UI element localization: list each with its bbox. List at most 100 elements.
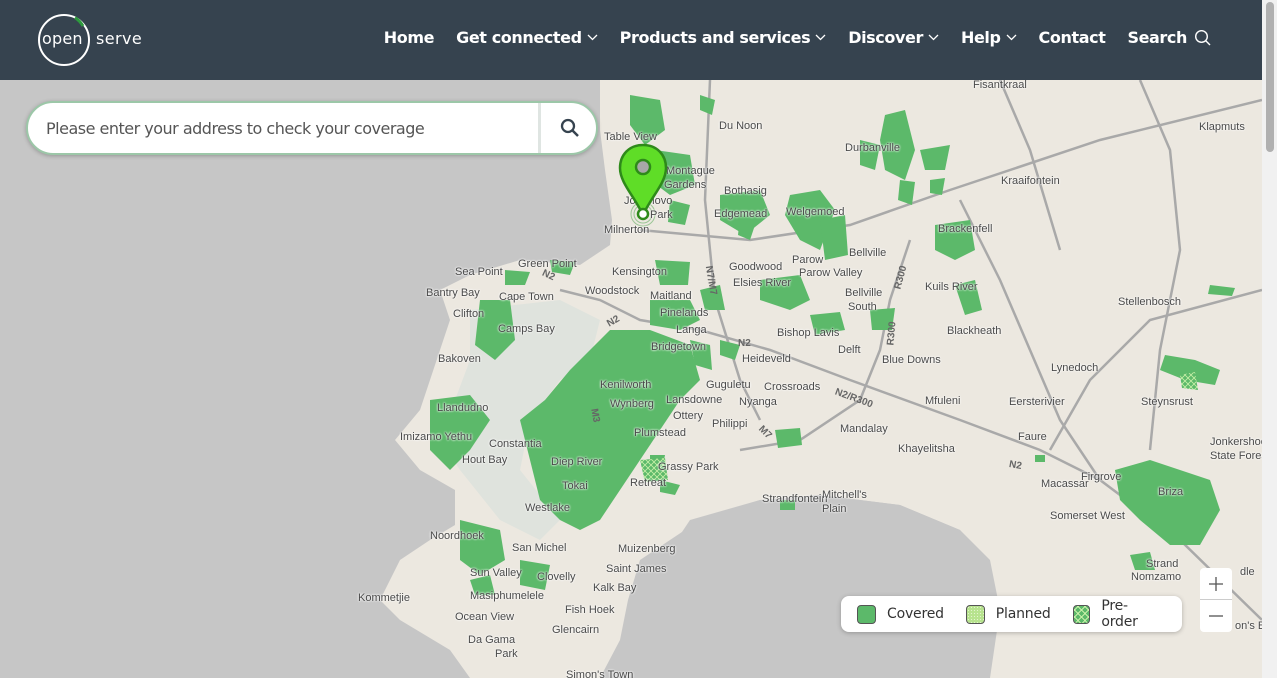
place-label: Kensington (612, 266, 668, 278)
place-label: Cape Town (499, 291, 554, 303)
place-label: Camps Bay (498, 323, 555, 335)
place-label: Nyanga (739, 396, 777, 408)
nav-help-label: Help (960, 28, 1001, 47)
nav-home-label: Home (383, 28, 435, 47)
place-label: Retreat (630, 477, 667, 489)
place-label: Mfuleni (925, 395, 961, 407)
place-label: Pinelands (660, 307, 709, 319)
nav-get-connected[interactable]: Get connected (456, 28, 598, 47)
place-label: Kenilworth (600, 379, 652, 391)
nav-discover[interactable]: Discover (848, 28, 939, 47)
place-label: Clovelly (537, 571, 576, 583)
place-label: Bridgetown (651, 341, 707, 353)
legend-item-pre-order: Pre-order (1072, 598, 1160, 630)
place-label: Milnerton (604, 224, 650, 236)
place-label: Mandalay (840, 423, 888, 435)
place-label: Mitchell's (822, 489, 867, 501)
legend-label: Pre-order (1101, 598, 1138, 630)
nav-contact-label: Contact (1038, 28, 1106, 47)
place-label: Plumstead (634, 427, 686, 439)
place-label: Heideveld (742, 353, 791, 365)
place-label: Da Gama (468, 634, 516, 646)
place-label: Strandfontein (762, 493, 828, 505)
site-header: open serve Home Get connected Products a… (0, 0, 1262, 80)
nav-search[interactable]: Search (1127, 28, 1212, 47)
place-label: Welgemoed (786, 206, 845, 218)
place-label: Bakoven (438, 353, 481, 365)
place-label: Sun Valley (470, 567, 522, 579)
place-label: Ottery (673, 410, 703, 422)
place-label: Bellville (849, 247, 887, 259)
place-label: South (848, 301, 877, 313)
search-icon (1194, 29, 1211, 45)
nav-discover-label: Discover (848, 28, 923, 47)
place-label: Diep River (551, 456, 603, 468)
legend-item-covered: Covered (857, 604, 944, 624)
nav-get-connected-label: Get connected (456, 28, 582, 47)
chevron-down-icon (587, 34, 598, 41)
nav-home[interactable]: Home (383, 28, 435, 47)
place-label: Klapmuts (1199, 121, 1245, 133)
place-label: dle (1240, 566, 1255, 578)
place-label: Kommetjie (358, 592, 410, 604)
page-scrollbar[interactable] (1262, 0, 1277, 678)
zoom-controls (1200, 568, 1232, 632)
location-pin-icon[interactable] (617, 143, 669, 223)
place-label: Blue Downs (882, 354, 941, 366)
legend-item-planned: Planned (965, 604, 1051, 624)
place-label: Du Noon (719, 120, 763, 132)
chevron-down-icon (928, 34, 939, 41)
place-label: Crossroads (764, 381, 821, 393)
place-label: Strand (1146, 558, 1179, 570)
openserve-logo[interactable]: open serve (37, 13, 147, 67)
address-search-button[interactable] (541, 103, 598, 153)
zoom-in-button[interactable] (1200, 568, 1232, 600)
place-label: Steynsrust (1141, 396, 1193, 408)
road-label: M3 (588, 407, 602, 424)
place-label: Woodstock (585, 285, 640, 297)
place-label: Briza (1158, 486, 1184, 498)
place-label: Khayelitsha (898, 443, 955, 455)
place-label: Sea Point (455, 266, 503, 278)
scrollbar-thumb[interactable] (1266, 2, 1274, 152)
nav-contact[interactable]: Contact (1039, 28, 1106, 47)
place-label: Clifton (453, 308, 485, 320)
place-label: Kraaifontein (1001, 175, 1060, 187)
place-label: Park (495, 648, 518, 660)
place-label: Maitland (650, 290, 692, 302)
minus-icon (1209, 615, 1223, 617)
plus-icon (1209, 576, 1223, 591)
place-label: Montague (666, 165, 715, 177)
place-label: State Forest (1210, 450, 1262, 462)
place-label: Simon's Town (566, 669, 634, 678)
main-nav: Home Get connected Products and services… (362, 28, 1212, 47)
place-label: Ocean View (455, 611, 515, 623)
place-label: Saint James (606, 563, 667, 575)
place-label: Jonkershoek (1210, 436, 1262, 448)
coverage-map[interactable]: Fisantkraal Du Noon Table View Montague … (0, 80, 1262, 678)
place-label: Eersterivier (1009, 396, 1065, 408)
place-label: Westlake (525, 502, 571, 514)
nav-help[interactable]: Help (961, 28, 1017, 47)
nav-products-and-services[interactable]: Products and services (620, 28, 827, 47)
place-label: Durbanville (845, 142, 901, 154)
road-label: R300 (885, 321, 899, 346)
place-label: Glencairn (552, 624, 600, 636)
place-label: Parow Valley (799, 267, 863, 279)
road-label: N2 (738, 338, 751, 349)
place-label: Nomzamo (1131, 571, 1182, 583)
place-label: Philippi (712, 418, 748, 430)
chevron-down-icon (815, 34, 826, 41)
zoom-out-button[interactable] (1200, 600, 1232, 632)
nav-search-label: Search (1127, 28, 1187, 47)
place-label: Faure (1018, 431, 1047, 443)
place-label: Kalk Bay (593, 582, 637, 594)
place-label: Gardens (664, 179, 707, 191)
place-label: on's B (1235, 620, 1262, 632)
place-label: Bantry Bay (426, 287, 480, 299)
road-label: N2 (1008, 458, 1023, 473)
legend-label: Planned (995, 606, 1051, 622)
place-label: Delft (838, 344, 861, 356)
address-search-input[interactable] (46, 103, 536, 153)
place-label: Tokai (562, 480, 588, 492)
